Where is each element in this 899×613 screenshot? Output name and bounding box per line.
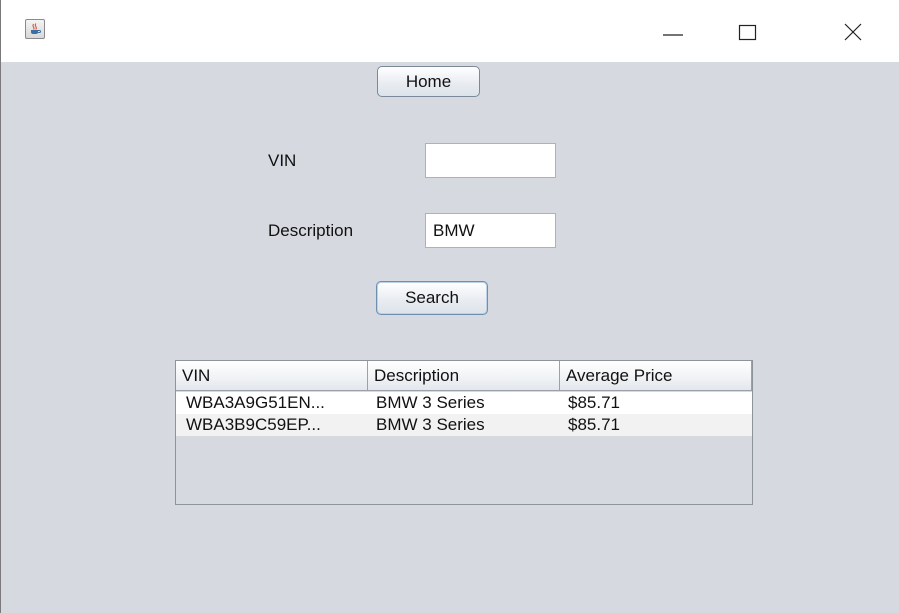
- table-row[interactable]: WBA3A9G51EN... BMW 3 Series $85.71: [176, 392, 752, 414]
- maximize-button[interactable]: [718, 14, 778, 48]
- vin-input[interactable]: [425, 143, 556, 178]
- results-table[interactable]: VIN Description Average Price WBA3A9G51E…: [175, 360, 753, 505]
- close-button[interactable]: [823, 14, 883, 48]
- app-window: Home VIN Description Search VIN Descript…: [0, 0, 899, 613]
- table-cell-average-price: $85.71: [568, 393, 620, 412]
- minimize-icon: [663, 34, 683, 36]
- description-label: Description: [268, 221, 354, 240]
- java-cup-icon[interactable]: [25, 19, 45, 39]
- table-cell-description: BMW 3 Series: [376, 415, 485, 434]
- table-cell-description: BMW 3 Series: [376, 393, 485, 412]
- maximize-icon: [738, 24, 757, 41]
- minimize-button[interactable]: [643, 14, 703, 48]
- title-bar: [1, 0, 899, 62]
- table-row[interactable]: WBA3B9C59EP... BMW 3 Series $85.71: [176, 414, 752, 436]
- table-cell-vin: WBA3A9G51EN...: [186, 393, 325, 412]
- vin-label: VIN: [268, 151, 297, 170]
- column-header-description[interactable]: Description: [368, 361, 560, 391]
- column-header-average-price[interactable]: Average Price: [560, 361, 752, 391]
- column-header-vin[interactable]: VIN: [176, 361, 368, 391]
- close-icon: [844, 23, 862, 41]
- table-cell-average-price: $85.71: [568, 415, 620, 434]
- table-cell-vin: WBA3B9C59EP...: [186, 415, 321, 434]
- home-button[interactable]: Home: [377, 66, 480, 97]
- description-input[interactable]: [425, 213, 556, 248]
- search-button[interactable]: Search: [376, 281, 488, 315]
- table-body: WBA3A9G51EN... BMW 3 Series $85.71 WBA3B…: [176, 392, 752, 436]
- table-header: VIN Description Average Price: [176, 361, 752, 391]
